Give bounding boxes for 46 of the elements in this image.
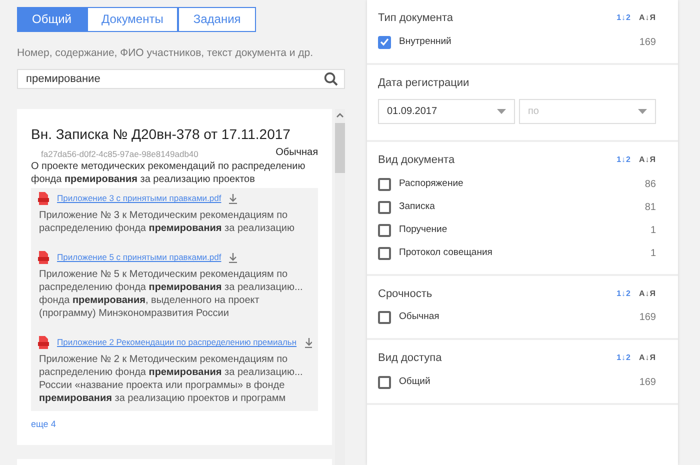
document-title[interactable]: Вн. Записка № Д20вн-378 от 17.11.2017 [31,124,318,146]
attachment-snippet: Приложение № 3 к Методическим рекомендациям по распределению фонда премирования за реализацию [38,209,296,236]
attachment-link[interactable]: Приложение 2 Рекомендации по распределению премиальн [57,336,297,350]
filter-title: Дата регистрации [378,76,470,90]
option-count: 169 [639,36,656,50]
option-count: 81 [644,200,656,214]
option-count: 1 [650,246,656,260]
date-to-field[interactable]: по [519,99,656,124]
date-from-field[interactable]: 01.09.2017 [378,99,515,124]
urgency-label: Обычная [276,146,318,160]
sort-toggle[interactable]: А↓Я [638,12,656,24]
option-count: 86 [644,178,656,192]
sort-toggle[interactable]: 1↓2 [616,288,631,300]
option-count: 169 [639,376,656,390]
option-label: Распоряжение [399,176,464,191]
option-label: Протокол совещания [399,246,492,260]
filter-title: Вид доступа [378,351,442,366]
search-field[interactable]: премирование [17,68,345,90]
sort-toggle[interactable]: 1↓2 [616,154,631,166]
sort-toggle[interactable]: А↓Я [638,352,656,364]
search-label: Номер, содержание, ФИО участников, текст документа и др. [17,46,314,61]
more-link[interactable]: еще 4 [31,419,56,430]
tab[interactable]: Задания [178,7,256,32]
option-label: Записка [399,200,435,214]
sort-toggle[interactable]: А↓Я [638,154,656,166]
filter-title: Срочность [378,286,432,302]
sort-toggle[interactable]: 1↓2 [616,12,631,24]
tab[interactable]: Общий [17,7,86,32]
filter-title: Вид документа [378,153,455,168]
attachment-snippet: Приложение № 5 к Методическим рекомендациям по распределению фонда премирования за реализацию... фонда премирования, выделенного на проект (программу) Минэкономразвития России [38,268,304,320]
option-label: Поручение [399,222,448,237]
sort-toggle[interactable]: А↓Я [638,288,656,300]
option-count: 169 [639,311,656,325]
option-label: Общий [399,374,430,389]
search-input[interactable]: премирование [24,70,324,88]
tab[interactable]: Документы [86,7,178,32]
option-label: Обычная [399,310,440,324]
document-id: fa27da56-d0f2-4c85-97ae-98e8149adb40 [40,148,198,160]
sort-toggle[interactable]: 1↓2 [616,352,631,364]
filter-title: Тип документа [378,11,454,26]
attachment-link[interactable]: Приложение 5 с принятыми правками.pdf [57,251,222,264]
option-count: 1 [650,224,656,238]
option-label: Внутренний [399,34,452,49]
attachment-snippet: Приложение № 2 к Методическим рекомендациям по распределению фонда премирования за реализацию... России «название проекта или программы» в фонде премирования за реализацию проектов и программ [38,353,304,406]
document-summary: О проекте методических рекомендаций по распределению фонда премирования за реализацию проектов [31,160,306,186]
attachment-link[interactable]: Приложение 3 с принятыми правками.pdf [57,192,222,206]
